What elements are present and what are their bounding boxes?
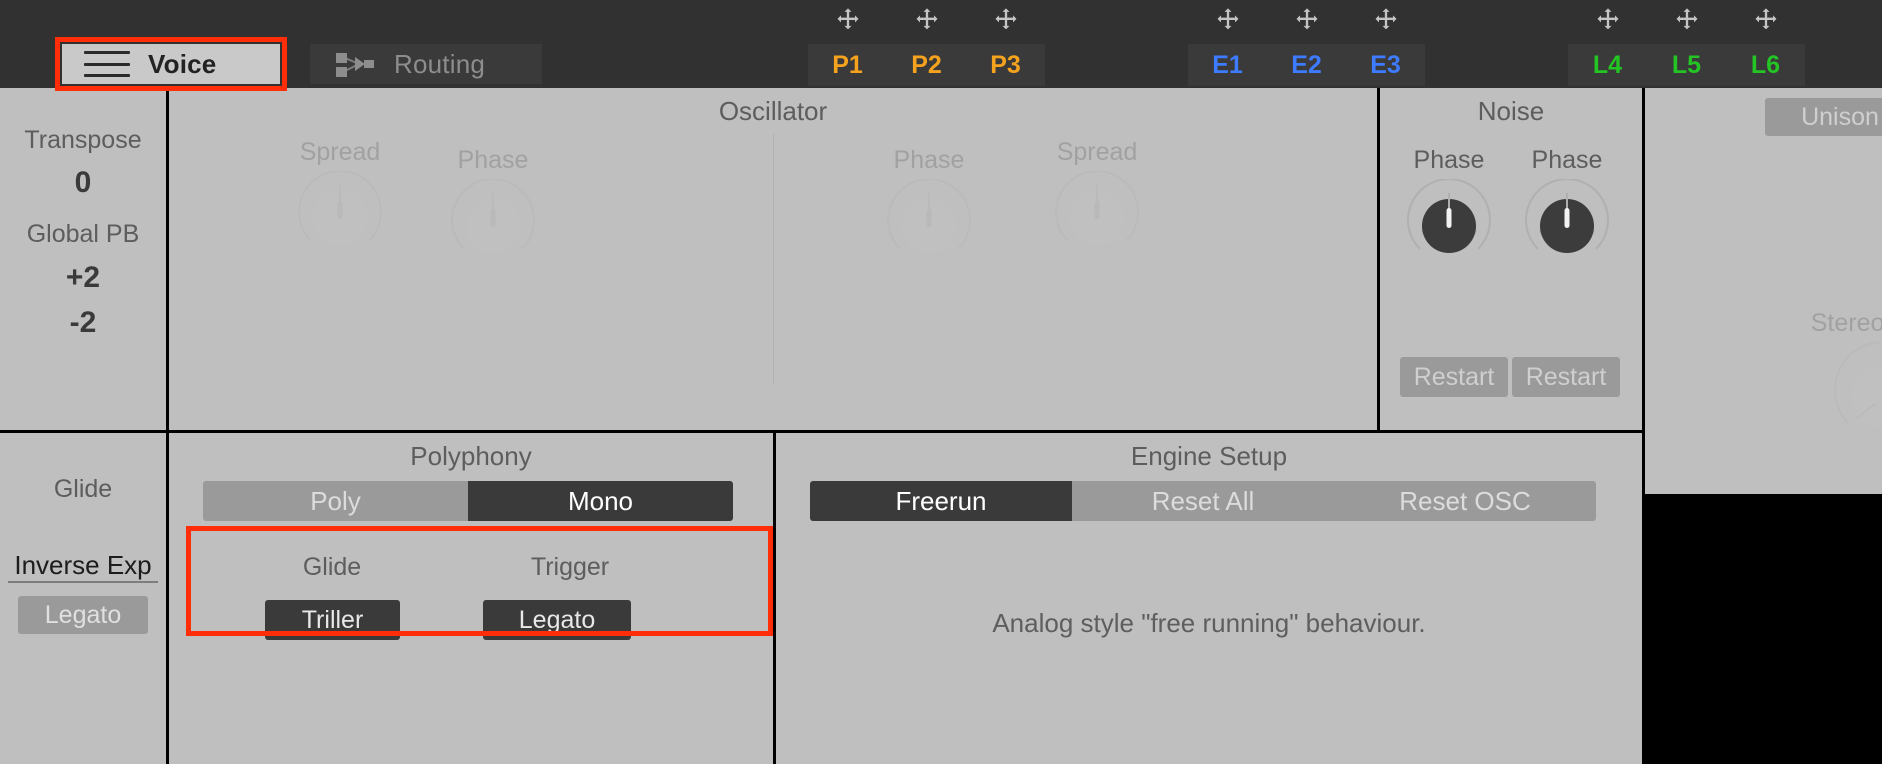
panel-polyphony: Polyphony Poly Mono Glide Trigger Trille… xyxy=(169,433,773,764)
knob-dial-icon xyxy=(450,179,536,265)
polyphony-title: Polyphony xyxy=(410,441,532,471)
move-arrows-icon-p3[interactable] xyxy=(966,0,1045,40)
tab-routing-label: Routing xyxy=(394,48,486,79)
osc-knob-phase-1-label: Phase xyxy=(457,146,529,174)
panel-glide: Glide Inverse Exp Legato xyxy=(0,433,166,764)
mod-slot-p2[interactable]: P2 xyxy=(887,44,966,86)
move-arrows-icon-p2[interactable] xyxy=(887,0,966,40)
move-arrows-icon-p1[interactable] xyxy=(808,0,887,40)
osc-knob-spread-2-label: Spread xyxy=(1056,138,1138,166)
knob-dial-icon xyxy=(1524,179,1610,265)
mod-slot-p1[interactable]: P1 xyxy=(808,44,887,86)
tab-routing[interactable]: Routing xyxy=(310,44,542,84)
pitch-bend-down-value[interactable]: -2 xyxy=(0,306,166,340)
voice-editor-window: Voice Routing P1 P2 P3 E1 E2 E3 L4 L5 L6… xyxy=(0,0,1882,764)
mod-group-envelope: E1 E2 E3 xyxy=(1188,44,1425,86)
knob-dial-icon xyxy=(297,171,383,257)
osc-knob-phase-2[interactable]: Phase xyxy=(869,146,989,265)
osc-knob-spread-1-label: Spread xyxy=(299,138,381,166)
mod-slot-l5[interactable]: L5 xyxy=(1647,44,1726,86)
oscillator-title: Oscillator xyxy=(718,96,828,126)
transpose-label: Transpose xyxy=(24,126,142,154)
engine-option-freerun[interactable]: Freerun xyxy=(810,481,1072,521)
panel-engine-setup: Engine Setup Freerun Reset All Reset OSC… xyxy=(776,433,1642,764)
panel-oscillator: Oscillator Spread Phase Phase Spread xyxy=(169,88,1377,430)
main-content: Transpose 0 Global PB +2 -2 Glide Invers… xyxy=(0,88,1882,764)
noise-restart-button-1[interactable]: Restart xyxy=(1400,357,1508,397)
noise-knob-phase-1[interactable]: Phase xyxy=(1389,146,1509,265)
move-arrows-icon-l4[interactable] xyxy=(1568,0,1647,40)
noise-knob-phase-2-label: Phase xyxy=(1531,146,1603,174)
knob-dial-icon xyxy=(1054,171,1140,257)
knob-dial-icon xyxy=(1406,179,1492,265)
mod-slot-e3[interactable]: E3 xyxy=(1346,44,1425,86)
polyphony-trigger-label: Trigger xyxy=(530,553,610,581)
pitch-bend-up-value[interactable]: +2 xyxy=(0,261,166,295)
mod-group-perform: P1 P2 P3 xyxy=(808,44,1045,86)
polyphony-glide-label: Glide xyxy=(302,553,362,581)
panel-unison: Unison Stereo Width xyxy=(1645,88,1882,494)
unison-stereo-width-label: Stereo Width xyxy=(1810,309,1882,337)
mod-slot-p3[interactable]: P3 xyxy=(966,44,1045,86)
unison-stereo-width-knob[interactable]: Stereo Width xyxy=(1793,309,1882,442)
move-arrows-icon-e1[interactable] xyxy=(1188,0,1267,40)
osc-knob-phase-2-label: Phase xyxy=(893,146,965,174)
panel-transpose: Transpose 0 Global PB +2 -2 xyxy=(0,88,166,430)
tab-voice-label: Voice xyxy=(148,48,217,79)
polyphony-option-poly[interactable]: Poly xyxy=(203,481,468,521)
engine-description: Analog style "free running" behaviour. xyxy=(992,608,1426,638)
move-arrows-icon-e3[interactable] xyxy=(1346,0,1425,40)
polyphony-mode-selector[interactable]: Poly Mono xyxy=(203,481,733,521)
oscillator-divider xyxy=(773,134,774,384)
engine-option-reset-all[interactable]: Reset All xyxy=(1072,481,1334,521)
osc-knob-phase-1[interactable]: Phase xyxy=(433,146,553,265)
transpose-value[interactable]: 0 xyxy=(0,166,166,200)
mod-slot-e1[interactable]: E1 xyxy=(1188,44,1267,86)
engine-setup-title: Engine Setup xyxy=(1130,441,1288,471)
hamburger-menu-icon xyxy=(84,51,130,77)
noise-knob-phase-2[interactable]: Phase xyxy=(1507,146,1627,265)
move-arrows-icon-e2[interactable] xyxy=(1267,0,1346,40)
mod-slot-l4[interactable]: L4 xyxy=(1568,44,1647,86)
noise-title: Noise xyxy=(1477,96,1545,126)
panel-noise: Noise Phase Phase Restart Restart xyxy=(1380,88,1642,430)
move-arrows-icon-l5[interactable] xyxy=(1647,0,1726,40)
glide-legato-button[interactable]: Legato xyxy=(18,596,148,634)
top-toolbar: Voice Routing P1 P2 P3 E1 E2 E3 L4 L5 L6 xyxy=(0,0,1882,91)
polyphony-glide-mode-button[interactable]: Triller xyxy=(265,600,400,640)
polyphony-option-mono[interactable]: Mono xyxy=(468,481,733,521)
mod-slot-e2[interactable]: E2 xyxy=(1267,44,1346,86)
noise-knob-phase-1-label: Phase xyxy=(1413,146,1485,174)
routing-nodes-icon xyxy=(332,50,376,78)
mod-slot-l6[interactable]: L6 xyxy=(1726,44,1805,86)
knob-dial-icon xyxy=(1833,342,1882,442)
mod-group-lfo: L4 L5 L6 xyxy=(1568,44,1805,86)
glide-curve-combobox[interactable]: Inverse Exp xyxy=(8,550,158,583)
tab-voice[interactable]: Voice xyxy=(62,44,280,84)
unison-button[interactable]: Unison xyxy=(1765,98,1882,136)
noise-restart-button-2[interactable]: Restart xyxy=(1512,357,1620,397)
osc-knob-spread-1[interactable]: Spread xyxy=(280,138,400,257)
osc-knob-spread-2[interactable]: Spread xyxy=(1037,138,1157,257)
polyphony-trigger-mode-button[interactable]: Legato xyxy=(483,600,631,640)
engine-option-reset-osc[interactable]: Reset OSC xyxy=(1334,481,1596,521)
move-arrows-icon-l6[interactable] xyxy=(1726,0,1805,40)
global-pb-label: Global PB xyxy=(26,220,140,248)
engine-mode-selector[interactable]: Freerun Reset All Reset OSC xyxy=(810,481,1596,521)
glide-section-label: Glide xyxy=(53,475,113,503)
knob-dial-icon xyxy=(886,179,972,265)
